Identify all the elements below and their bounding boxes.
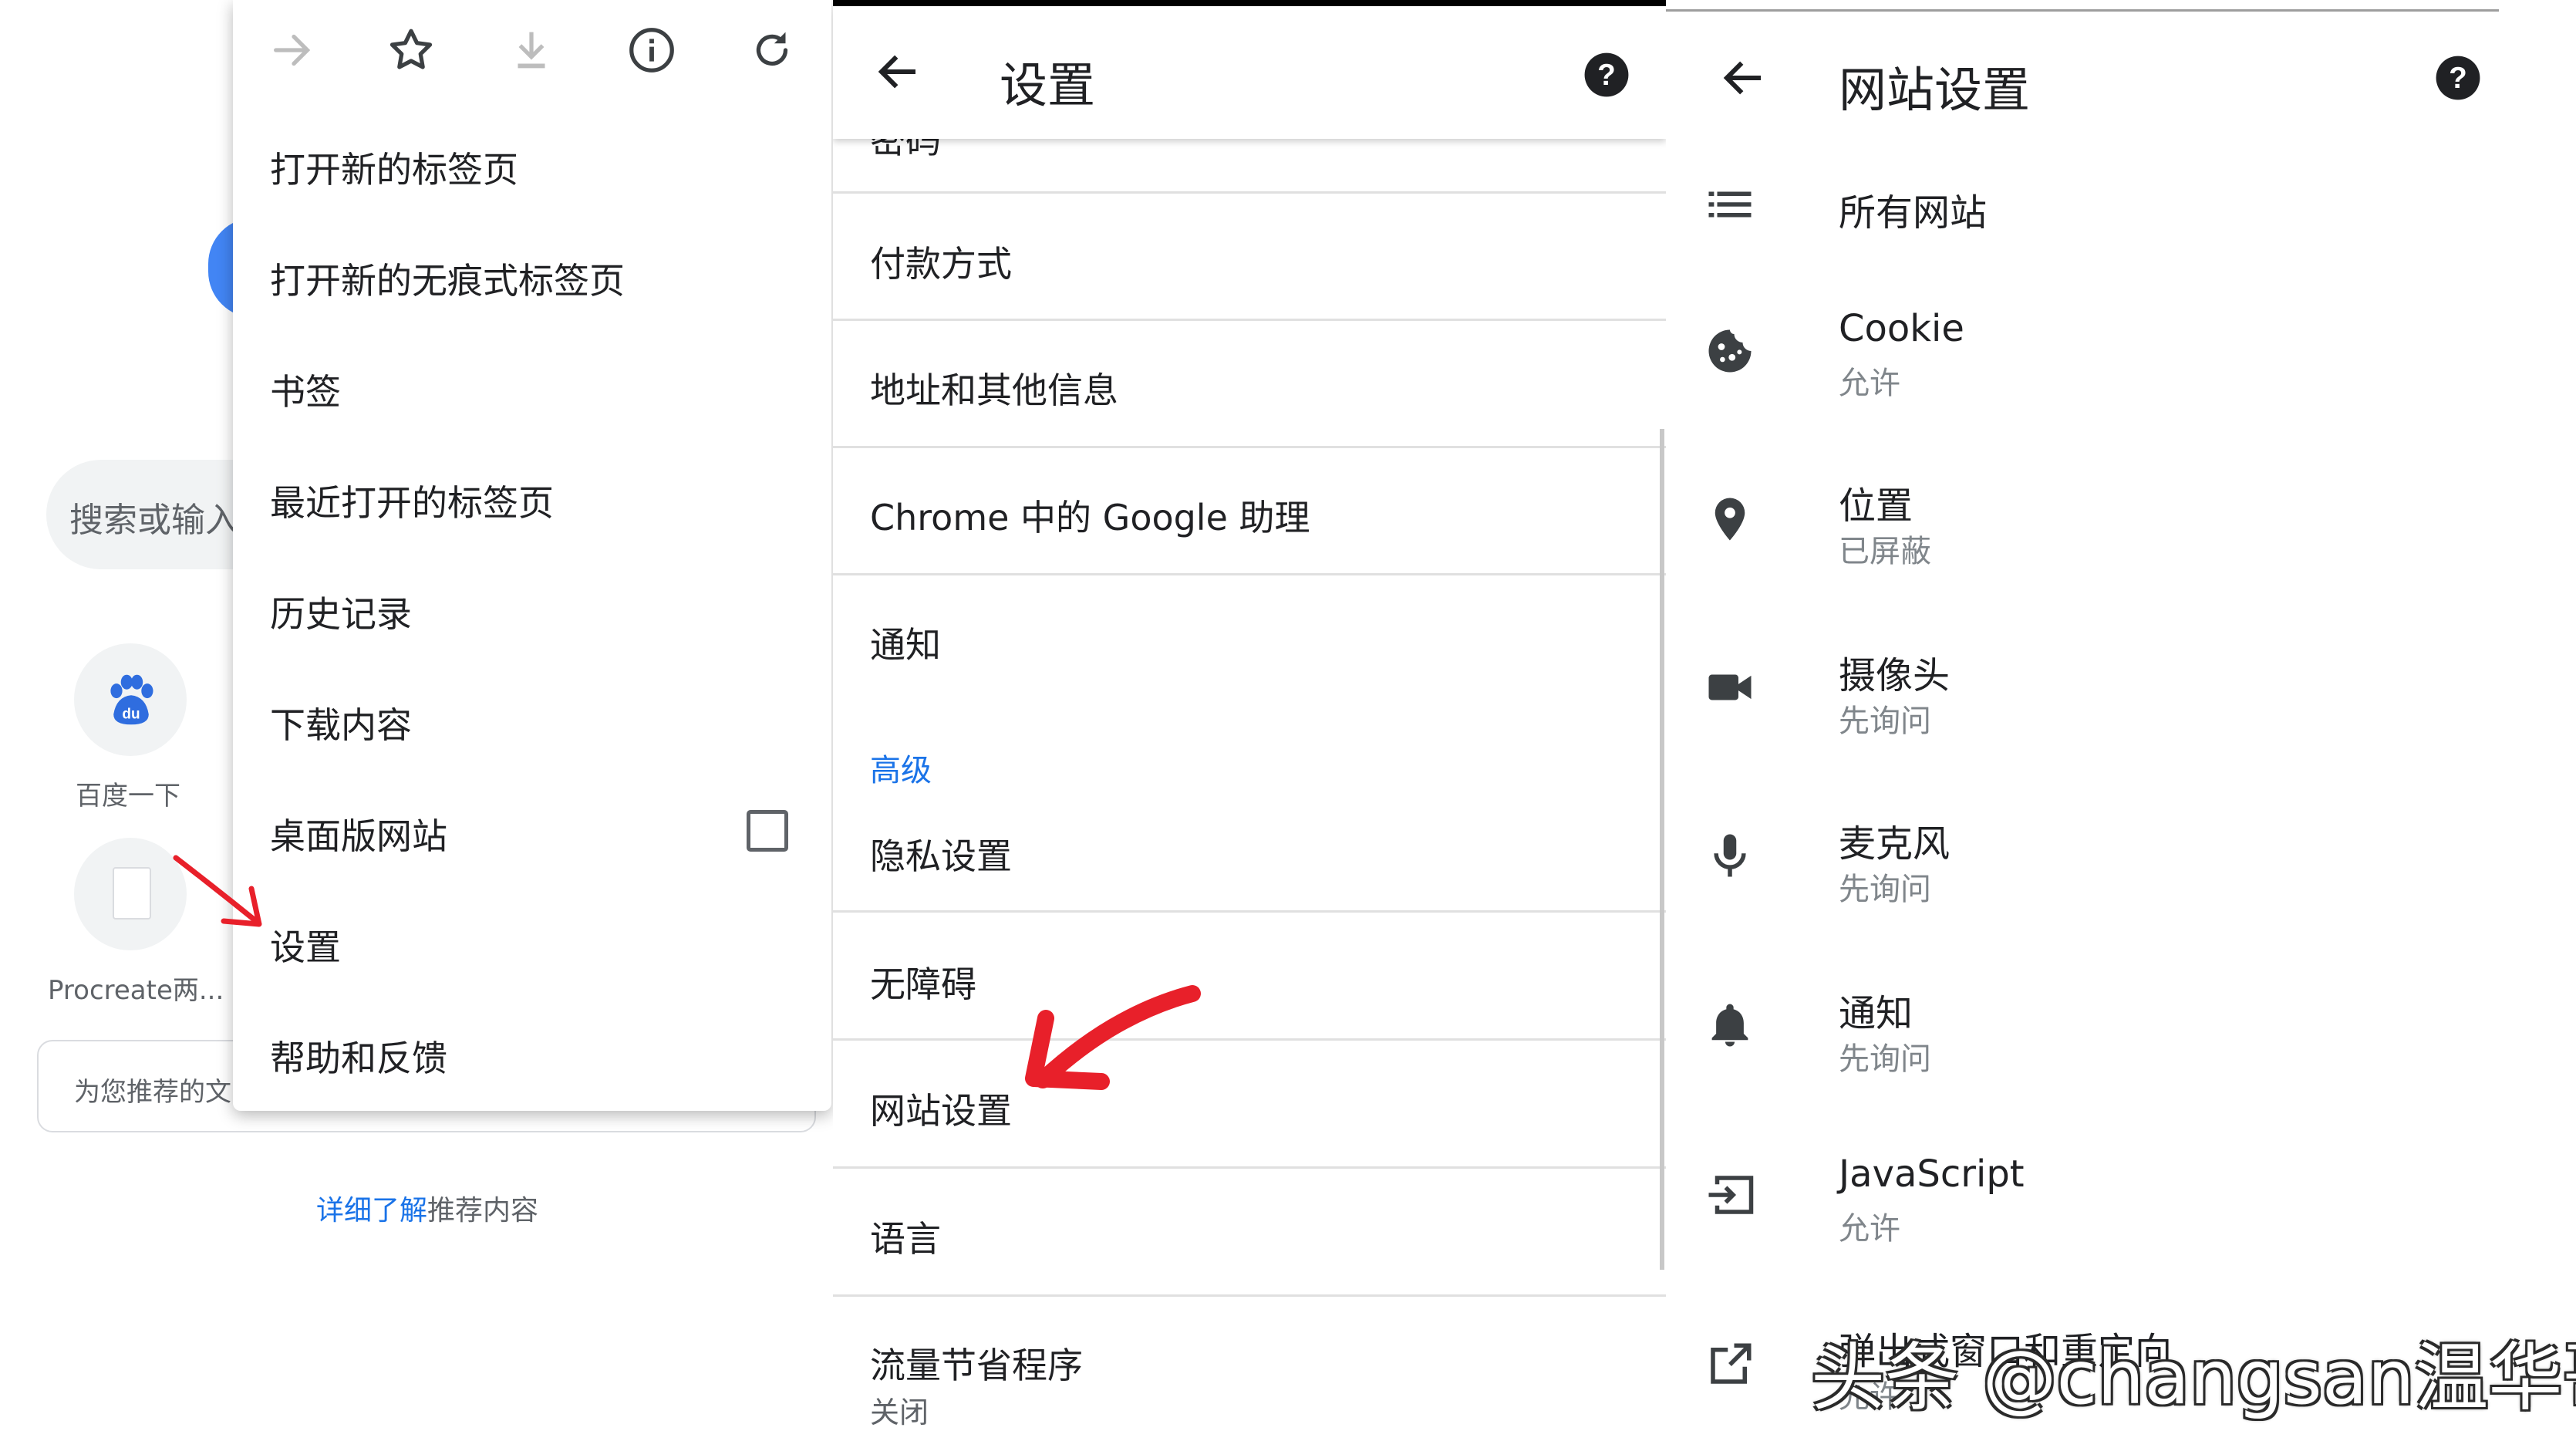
- settings-row-notifications[interactable]: 通知: [870, 617, 941, 668]
- settings-row-languages[interactable]: 语言: [870, 1211, 941, 1262]
- forward-arrow-icon[interactable]: [267, 23, 321, 77]
- menu-item-settings[interactable]: 设置: [270, 920, 341, 970]
- learn-more-line: 详细了解推荐内容: [316, 1188, 538, 1228]
- microphone-icon: [1714, 834, 1746, 877]
- svg-text:du: du: [122, 707, 140, 723]
- chrome-overflow-menu: 打开新的标签页 打开新的无痕式标签页 书签 最近打开的标签页 历史记录 下载内容…: [233, 0, 831, 1111]
- data-saver-status: 关闭: [870, 1395, 929, 1429]
- settings-row-data-saver[interactable]: 流量节省程序: [870, 1338, 1083, 1389]
- svg-text:?: ?: [1597, 59, 1616, 92]
- site-setting-camera[interactable]: 摄像头: [1839, 645, 1950, 699]
- refresh-icon[interactable]: [745, 23, 799, 77]
- divider: [833, 1294, 1666, 1297]
- info-icon[interactable]: [625, 23, 679, 77]
- scrollbar[interactable]: [1660, 429, 1664, 1270]
- settings-app-bar: 设置 ?: [833, 6, 1666, 139]
- site-setting-status: 已屏蔽: [1839, 534, 1931, 569]
- document-icon: [113, 867, 151, 920]
- divider: [833, 446, 1666, 448]
- site-setting-location[interactable]: 位置: [1839, 475, 1913, 529]
- menu-item-incognito-tab[interactable]: 打开新的无痕式标签页: [270, 253, 625, 304]
- location-pin-icon: [1715, 498, 1745, 541]
- download-icon[interactable]: [504, 23, 558, 77]
- open-in-new-icon: [1711, 1343, 1752, 1384]
- site-setting-microphone[interactable]: 麦克风: [1839, 813, 1950, 867]
- shortcut-tile-procreate[interactable]: [74, 838, 187, 950]
- site-setting-cookie[interactable]: Cookie: [1839, 307, 1964, 350]
- page-title: 设置: [1000, 57, 1096, 113]
- settings-row-accessibility[interactable]: 无障碍: [870, 957, 976, 1007]
- settings-row-site-settings[interactable]: 网站设置: [870, 1083, 1012, 1134]
- chrome-new-tab-page: 搜索或输入 du 百度一下 Procreate两... 为您推荐的文 详细了解推…: [0, 0, 833, 1441]
- watermark: 头条 @changsan温华哥: [1811, 1335, 2576, 1421]
- settings-row-google-assistant[interactable]: Chrome 中的 Google 助理: [870, 490, 1310, 541]
- menu-item-downloads[interactable]: 下载内容: [270, 697, 412, 748]
- shortcut-label: 百度一下: [76, 781, 180, 812]
- bookmark-star-icon[interactable]: [384, 23, 438, 77]
- divider: [833, 1166, 1666, 1169]
- bell-icon: [1711, 1004, 1748, 1047]
- shortcut-tile-baidu[interactable]: du: [74, 643, 187, 756]
- status-bar-edge: [833, 0, 1666, 6]
- settings-row-payment[interactable]: 付款方式: [870, 236, 1012, 287]
- javascript-icon: [1708, 1176, 1754, 1214]
- help-icon[interactable]: ?: [1583, 51, 1630, 99]
- svg-text:?: ?: [2449, 62, 2467, 95]
- section-header-advanced: 高级: [870, 753, 932, 788]
- list-icon: [1708, 191, 1752, 218]
- site-setting-javascript[interactable]: JavaScript: [1839, 1152, 2025, 1196]
- learn-more-link[interactable]: 详细了解: [316, 1195, 427, 1227]
- menu-item-new-tab[interactable]: 打开新的标签页: [270, 142, 518, 193]
- cookie-icon: [1708, 329, 1752, 373]
- learn-more-text: 推荐内容: [427, 1195, 539, 1227]
- settings-row-privacy[interactable]: 隐私设置: [870, 828, 1012, 879]
- desktop-site-checkbox[interactable]: [747, 810, 788, 852]
- divider: [833, 910, 1666, 913]
- site-setting-notifications[interactable]: 通知: [1839, 983, 1913, 1037]
- divider: [833, 191, 1666, 194]
- menu-item-bookmarks[interactable]: 书签: [270, 364, 341, 415]
- divider: [833, 1038, 1666, 1041]
- page-title: 网站设置: [1839, 62, 2031, 118]
- site-setting-all-sites[interactable]: 所有网站: [1839, 182, 1987, 236]
- menu-item-recent-tabs[interactable]: 最近打开的标签页: [270, 475, 554, 526]
- site-settings-screen: 网站设置 ? 所有网站 Cookie 允许 位置 已屏蔽 摄像头 先询问 麦克风…: [1666, 0, 2576, 1441]
- site-setting-status: 先询问: [1839, 704, 1931, 739]
- back-arrow-icon[interactable]: [1718, 52, 1769, 103]
- divider: [833, 319, 1666, 321]
- menu-item-help-feedback[interactable]: 帮助和反馈: [270, 1031, 447, 1082]
- menu-item-history[interactable]: 历史记录: [270, 586, 412, 637]
- divider: [833, 573, 1666, 575]
- site-setting-status: 先询问: [1839, 872, 1931, 907]
- back-arrow-icon[interactable]: [873, 46, 924, 97]
- shortcut-label: Procreate两...: [48, 975, 224, 1006]
- site-setting-status: 允许: [1839, 1211, 1900, 1247]
- help-icon[interactable]: ?: [2434, 54, 2482, 102]
- menu-item-desktop-site[interactable]: 桌面版网站: [270, 808, 447, 859]
- status-bar-edge: [1666, 9, 2499, 12]
- settings-row-addresses[interactable]: 地址和其他信息: [870, 363, 1118, 413]
- site-setting-status: 允许: [1839, 366, 1900, 401]
- site-setting-status: 先询问: [1839, 1041, 1931, 1077]
- baidu-paw-icon: du: [110, 674, 153, 725]
- search-placeholder: 搜索或输入: [69, 501, 239, 540]
- settings-screen: 设置 ? 密码 付款方式 地址和其他信息 Chrome 中的 Google 助理…: [833, 0, 1666, 1441]
- recommended-card-text: 为您推荐的文: [74, 1077, 231, 1108]
- camera-icon: [1708, 674, 1752, 700]
